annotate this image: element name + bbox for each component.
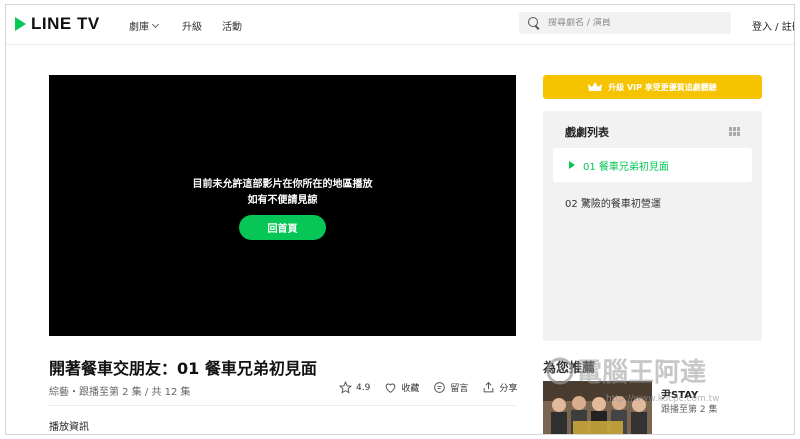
nav-label: 升級 [182, 22, 202, 33]
star-icon [339, 381, 352, 394]
comment-label: 留言 [450, 384, 469, 394]
nav-label: 活動 [222, 22, 242, 33]
line-tv-logo[interactable]: LINE TV [15, 14, 100, 34]
rating-value: 4.9 [356, 382, 371, 393]
collect-label: 收藏 [401, 384, 420, 394]
play-logo-icon [15, 17, 26, 31]
search-input[interactable] [548, 18, 718, 28]
search-icon[interactable] [528, 17, 540, 29]
rating-button[interactable]: 4.9 [339, 381, 370, 394]
share-button[interactable]: 分享 [482, 381, 517, 394]
top-header: LINE TV 劇庫 升級 活動 登入 / 註冊 [6, 5, 794, 45]
episode-item[interactable]: 02 驚險的餐車初營運 [565, 195, 661, 210]
share-icon [484, 381, 494, 393]
episode-list-title: 戲劇列表 [565, 126, 609, 139]
nav-label: 劇庫 [129, 22, 149, 33]
grid-view-icon[interactable] [729, 127, 740, 136]
comment-icon [434, 382, 446, 393]
region-block-message: 目前未允許這部影片在你所在的地區播放 [192, 179, 373, 190]
vip-banner-text: 升級 VIP 享受更優質追劇體驗 [608, 82, 717, 92]
app-window: LINE TV 劇庫 升級 活動 登入 / 註冊 目前未允許這部影片在你所在的地… [5, 4, 795, 435]
comment-button[interactable]: 留言 [433, 381, 468, 394]
recommend-show-status: 跟播至第 2 集 [661, 405, 718, 415]
chevron-down-icon [151, 20, 160, 28]
apology-message: 如有不便請見諒 [247, 195, 318, 206]
collect-button[interactable]: 收藏 [384, 381, 419, 394]
episode-title: 開著餐車交朋友：01 餐車兄弟初見面 [49, 359, 317, 378]
recommend-heading: 為您推薦 [543, 361, 596, 376]
search-box[interactable] [519, 12, 731, 34]
share-label: 分享 [499, 384, 518, 394]
episode-subtitle: 綜藝・跟播至第 2 集 / 共 12 集 [49, 387, 191, 398]
video-player[interactable]: 目前未允許這部影片在你所在的地區播放 如有不便請見諒 回首頁 [49, 75, 516, 336]
recommend-show-name[interactable]: 尹STAY [661, 386, 698, 401]
nav-events[interactable]: 活動 [222, 18, 242, 33]
recommend-thumbnail[interactable] [543, 381, 652, 434]
vip-upgrade-banner[interactable]: 升級 VIP 享受更優質追劇體驗 [543, 75, 762, 99]
episode-item-active[interactable]: 01 餐車兄弟初見面 [553, 148, 752, 182]
crown-icon [588, 82, 603, 91]
back-to-home-button[interactable]: 回首頁 [239, 215, 326, 240]
episode-list-panel: 戲劇列表 01 餐車兄弟初見面 02 驚險的餐車初營運 [543, 111, 762, 341]
logo-text: LINE TV [31, 14, 100, 33]
nav-drama-library[interactable]: 劇庫 [129, 18, 160, 33]
section-divider [49, 405, 516, 406]
play-info-heading: 播放資訊 [49, 422, 89, 433]
play-icon [569, 161, 575, 169]
episode-actions: 4.9 收藏 留言 分享 [339, 381, 531, 394]
episode-label: 01 餐車兄弟初見面 [583, 161, 669, 173]
show-thumbnail-image [543, 381, 652, 434]
heart-icon [386, 383, 396, 393]
nav-upgrade[interactable]: 升級 [182, 18, 202, 33]
login-register-link[interactable]: 登入 / 註冊 [752, 18, 794, 33]
